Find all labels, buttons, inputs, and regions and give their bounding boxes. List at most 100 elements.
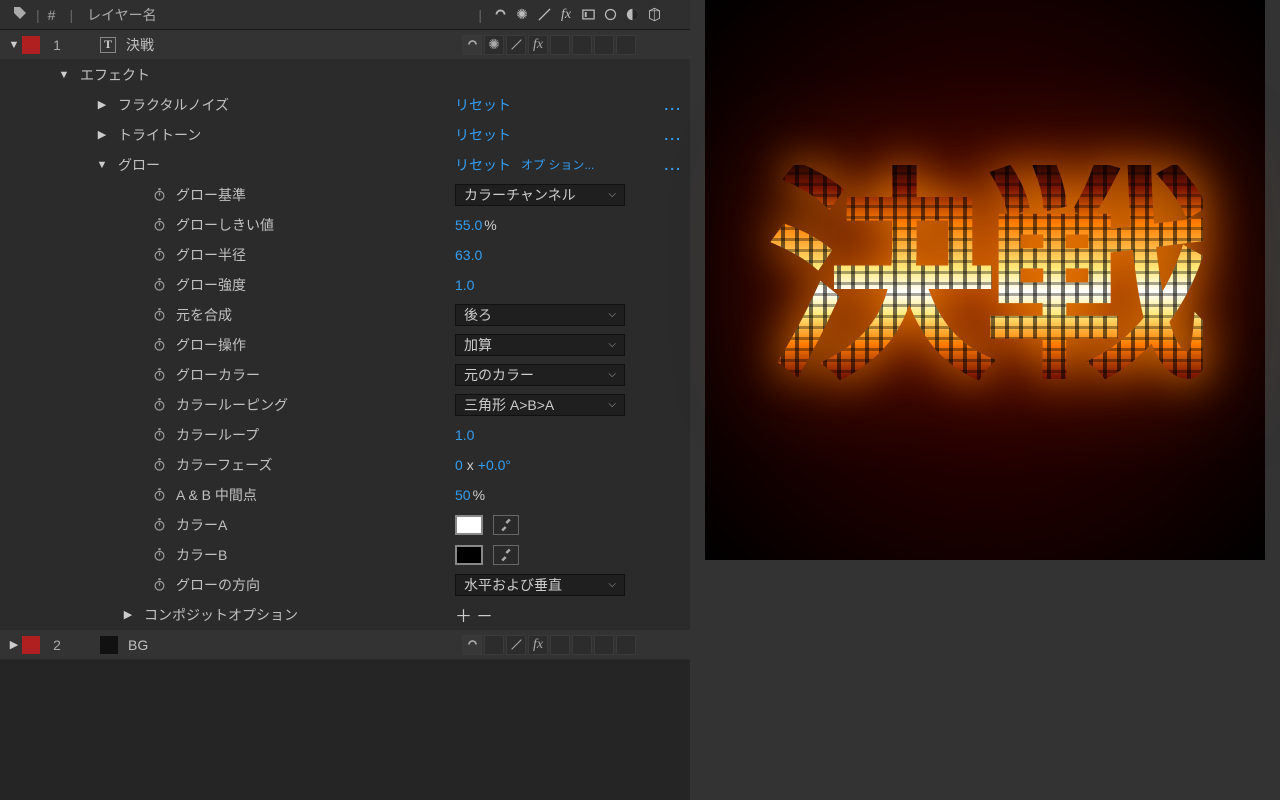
stopwatch-icon[interactable] <box>150 456 168 474</box>
column-layer-name[interactable]: レイヤー名 <box>87 5 157 25</box>
scrub-value-turns[interactable]: 0 <box>455 457 463 473</box>
effect-name: フラクタルノイズ <box>118 95 229 115</box>
dropdown-composite-original[interactable]: 後ろ⌵ <box>455 304 625 326</box>
prop-label: カラーフェーズ <box>176 455 272 475</box>
prop-label: グローカラー <box>176 365 260 385</box>
dropdown-value: 水平および垂直 <box>464 575 562 595</box>
frame-blend-switch[interactable] <box>550 35 570 55</box>
stopwatch-icon[interactable] <box>150 216 168 234</box>
stopwatch-icon[interactable] <box>150 246 168 264</box>
chevron-down-icon: ⌵ <box>608 369 616 380</box>
fire-text-render: 決戦 <box>767 165 1203 395</box>
collapse-trans-icon[interactable]: ✺ <box>512 5 532 25</box>
layer-row-1[interactable]: 1 T 決戦 ✺ fx <box>0 30 690 60</box>
scrub-value[interactable]: 63.0 <box>455 247 482 263</box>
prop-glow-color: グローカラー 元のカラー⌵ <box>0 360 690 390</box>
adjustment-icon[interactable] <box>622 5 642 25</box>
chevron-down-icon[interactable] <box>94 159 110 171</box>
layer-color-chip[interactable] <box>22 636 40 654</box>
layer-color-chip[interactable] <box>22 36 40 54</box>
chevron-down-icon[interactable] <box>56 69 72 81</box>
chevron-right-icon[interactable] <box>6 638 22 651</box>
chevron-right-icon[interactable] <box>120 608 136 621</box>
stopwatch-icon[interactable] <box>150 576 168 594</box>
stopwatch-icon[interactable] <box>150 186 168 204</box>
scrub-value[interactable]: 1.0 <box>455 427 474 443</box>
3d-icon[interactable] <box>644 5 664 25</box>
reset-link[interactable]: リセット <box>455 155 511 175</box>
scrub-value[interactable]: 1.0 <box>455 277 474 293</box>
effect-tritone[interactable]: トライトーン リセット ... <box>0 120 690 150</box>
scrub-value-degrees[interactable]: +0.0° <box>478 457 511 473</box>
quality-switch[interactable] <box>506 35 526 55</box>
scrub-value[interactable]: 55.0 <box>455 217 482 233</box>
prop-glow-basis: グロー基準 カラーチャンネル⌵ <box>0 180 690 210</box>
layer-row-2[interactable]: 2 BG fx <box>0 630 690 660</box>
frame-blend-switch[interactable] <box>550 635 570 655</box>
composition-preview[interactable]: 決戦 <box>690 0 1280 800</box>
stopwatch-icon[interactable] <box>150 276 168 294</box>
effects-label: エフェクト <box>80 65 150 85</box>
3d-switch[interactable] <box>616 635 636 655</box>
chevron-down-icon[interactable] <box>6 39 22 51</box>
eyedropper-icon[interactable] <box>493 515 519 535</box>
quality-icon[interactable] <box>534 5 554 25</box>
dropdown-glow-operation[interactable]: 加算⌵ <box>455 334 625 356</box>
stopwatch-icon[interactable] <box>150 366 168 384</box>
dropdown-glow-color[interactable]: 元のカラー⌵ <box>455 364 625 386</box>
fx-switch[interactable]: fx <box>528 35 548 55</box>
prop-composite-original: 元を合成 後ろ⌵ <box>0 300 690 330</box>
layer-name[interactable]: BG <box>128 637 148 653</box>
frame-blend-icon[interactable] <box>578 5 598 25</box>
adjustment-switch[interactable] <box>594 35 614 55</box>
prop-label: A & B 中間点 <box>176 485 257 505</box>
dropdown-color-looping[interactable]: 三角形 A>B>A⌵ <box>455 394 625 416</box>
label-icon[interactable] <box>12 5 28 24</box>
collapse-switch[interactable]: ✺ <box>484 35 504 55</box>
quality-switch[interactable] <box>506 635 526 655</box>
scrub-value[interactable]: 50 <box>455 487 471 503</box>
stopwatch-icon[interactable] <box>150 486 168 504</box>
reset-link[interactable]: リセット <box>455 125 511 145</box>
layer-name[interactable]: 決戦 <box>126 35 154 55</box>
more-options-icon[interactable]: ... <box>664 157 682 173</box>
more-options-icon[interactable]: ... <box>664 97 682 113</box>
3d-switch[interactable] <box>616 35 636 55</box>
motion-blur-switch[interactable] <box>572 35 592 55</box>
chevron-right-icon[interactable] <box>94 128 110 141</box>
stopwatch-icon[interactable] <box>150 396 168 414</box>
effects-group[interactable]: エフェクト <box>0 60 690 90</box>
effect-glow[interactable]: グロー リセット オプ ション... ... <box>0 150 690 180</box>
eyedropper-icon[interactable] <box>493 545 519 565</box>
fx-switch[interactable]: fx <box>528 635 548 655</box>
motion-blur-icon[interactable] <box>600 5 620 25</box>
options-link[interactable]: オプ ション... <box>521 156 594 173</box>
solid-thumb-icon <box>100 636 118 654</box>
dropdown-glow-dimensions[interactable]: 水平および垂直⌵ <box>455 574 625 596</box>
chevron-down-icon: ⌵ <box>608 399 616 410</box>
motion-blur-switch[interactable] <box>572 635 592 655</box>
stopwatch-icon[interactable] <box>150 336 168 354</box>
reset-link[interactable]: リセット <box>455 95 511 115</box>
color-swatch-a[interactable] <box>455 515 483 535</box>
fx-icon[interactable]: fx <box>556 5 576 25</box>
effect-fractal-noise[interactable]: フラクタルノイズ リセット ... <box>0 90 690 120</box>
stopwatch-icon[interactable] <box>150 516 168 534</box>
stopwatch-icon[interactable] <box>150 546 168 564</box>
chevron-right-icon[interactable] <box>94 98 110 111</box>
adjustment-switch[interactable] <box>594 635 614 655</box>
color-swatch-b[interactable] <box>455 545 483 565</box>
prop-compositing-options[interactable]: コンポジットオプション ＋－ <box>0 600 690 630</box>
column-number[interactable]: # <box>48 7 56 23</box>
dropdown-glow-basis[interactable]: カラーチャンネル⌵ <box>455 184 625 206</box>
shy-icon[interactable] <box>490 5 510 25</box>
add-remove-icon[interactable]: ＋－ <box>455 602 497 627</box>
shy-switch[interactable] <box>462 635 482 655</box>
collapse-switch[interactable] <box>484 635 504 655</box>
stopwatch-icon[interactable] <box>150 306 168 324</box>
dropdown-value: カラーチャンネル <box>464 185 576 205</box>
more-options-icon[interactable]: ... <box>664 127 682 143</box>
shy-switch[interactable] <box>462 35 482 55</box>
prop-color-looping: カラールーピング 三角形 A>B>A⌵ <box>0 390 690 420</box>
stopwatch-icon[interactable] <box>150 426 168 444</box>
